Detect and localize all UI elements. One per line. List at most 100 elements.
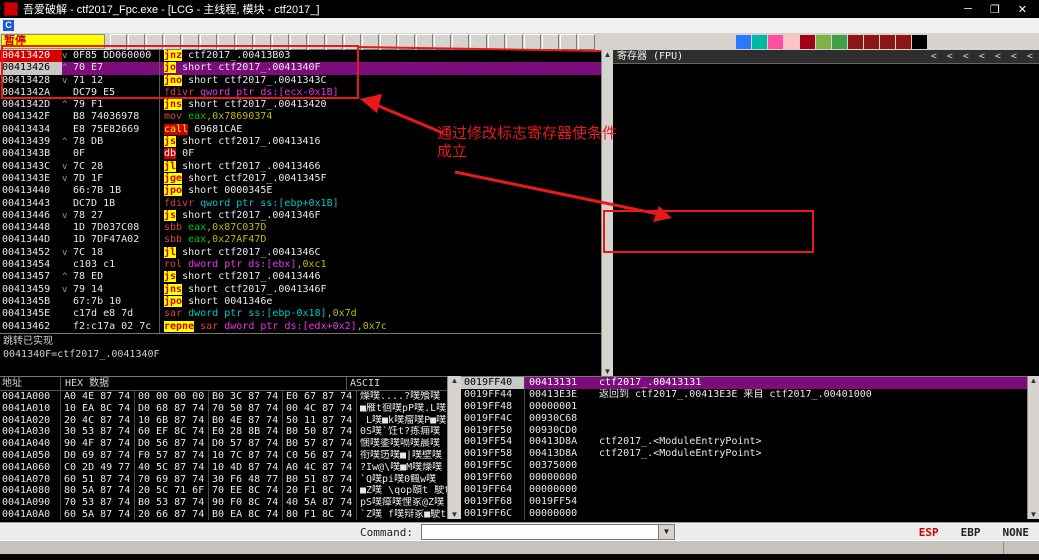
register-row[interactable]: [613, 64, 1039, 76]
plugin-icon[interactable]: [768, 35, 783, 49]
register-row[interactable]: [613, 248, 1039, 260]
toolbar-button[interactable]: [542, 34, 559, 50]
register-row[interactable]: [613, 260, 1039, 272]
dump-row[interactable]: 0041A000 A0 4E 87 74 00 00 00 00 B0 3C 8…: [0, 391, 447, 403]
stack-row[interactable]: 0019FF64 00000000: [461, 484, 1027, 496]
toolbar-button[interactable]: [524, 34, 541, 50]
toolbar-button[interactable]: [182, 34, 199, 50]
stack-row[interactable]: 0019FF40 00413131 ctf2017_.00413131: [461, 377, 1027, 389]
register-row[interactable]: [613, 272, 1039, 284]
stack-row[interactable]: 0019FF58 00413D8A ctf2017_.<ModuleEntryP…: [461, 448, 1027, 460]
toolbar-button[interactable]: [290, 34, 307, 50]
disasm-row[interactable]: 00413462 f2:c17a 02 7c repne sar dword p…: [0, 321, 601, 333]
disasm-row[interactable]: 0041343E v 7D 1F jge short ctf2017_.0041…: [0, 173, 601, 185]
register-row[interactable]: [613, 124, 1039, 136]
stack-row[interactable]: 0019FF50 00930CD0: [461, 425, 1027, 437]
scroll-down-icon[interactable]: ▼: [604, 367, 612, 376]
register-row[interactable]: [613, 76, 1039, 88]
toolbar-button[interactable]: [578, 34, 595, 50]
scroll-down-icon[interactable]: ▼: [451, 510, 459, 519]
register-row[interactable]: [613, 148, 1039, 160]
register-row[interactable]: [613, 342, 1039, 354]
register-row[interactable]: [613, 236, 1039, 248]
disasm-row[interactable]: 00413448 1D 7D037C08 sbb eax,0x87C037D: [0, 222, 601, 234]
register-row[interactable]: [613, 112, 1039, 124]
register-row[interactable]: [613, 136, 1039, 148]
toolbar-button[interactable]: [200, 34, 217, 50]
minimize-button[interactable]: ─: [964, 3, 972, 16]
plugin-icon[interactable]: [896, 35, 911, 49]
disasm-row[interactable]: 0041342A DC79 E5 fdivr qword ptr ds:[ecx…: [0, 87, 601, 99]
register-row[interactable]: [613, 306, 1039, 318]
toolbar-button[interactable]: [398, 34, 415, 50]
dump-scrollbar[interactable]: ▲ ▼: [447, 376, 462, 519]
stack-scrollbar[interactable]: ▲ ▼: [1027, 376, 1039, 519]
stack-row[interactable]: 0019FF4C 00930C68: [461, 413, 1027, 425]
toolbar-button[interactable]: [560, 34, 577, 50]
toolbar-button[interactable]: [506, 34, 523, 50]
register-row[interactable]: [613, 212, 1039, 224]
disasm-row[interactable]: 0041345E c17d e8 7d sar dword ptr ss:[eb…: [0, 308, 601, 320]
disasm-row[interactable]: 0041345B 67:7b 10 jpo short 0041346e: [0, 296, 601, 308]
register-row[interactable]: [613, 289, 1039, 301]
disasm-row[interactable]: 00413454 c103 c1 rol dword ptr ds:[ebx],…: [0, 259, 601, 271]
register-row[interactable]: [613, 88, 1039, 100]
register-row[interactable]: [613, 224, 1039, 236]
plugin-icon[interactable]: [848, 35, 863, 49]
register-row[interactable]: [613, 354, 1039, 366]
plugin-icon[interactable]: [864, 35, 879, 49]
dump-row[interactable]: 0041A080 80 5A 87 74 20 5C 71 6F 70 EE 8…: [0, 485, 447, 497]
disasm-row[interactable]: 0041343B 0F db 0F: [0, 148, 601, 160]
stack-row[interactable]: 0019FF5C 00375000: [461, 460, 1027, 472]
stack-row[interactable]: 0019FF48 00000001: [461, 401, 1027, 413]
ebp-indicator[interactable]: EBP: [961, 526, 981, 539]
scroll-down-icon[interactable]: ▼: [1030, 510, 1038, 519]
plugin-icon[interactable]: [832, 35, 847, 49]
plugin-icon[interactable]: [784, 35, 799, 49]
stack-row[interactable]: 0019FF44 00413E3E 返回到 ctf2017_.00413E3E …: [461, 389, 1027, 401]
disasm-row[interactable]: 0041344D 1D 7DF47A02 sbb eax,0x27AF47D: [0, 234, 601, 246]
stack-row[interactable]: 0019FF60 00000000: [461, 472, 1027, 484]
toolbar-button[interactable]: [146, 34, 163, 50]
dump-row[interactable]: 0041A020 20 4C 87 74 10 6B 87 74 B0 4E 8…: [0, 415, 447, 427]
toolbar-button[interactable]: [110, 34, 127, 50]
disasm-row[interactable]: 00413439 ^ 78 DB js short ctf2017_.00413…: [0, 136, 601, 148]
scroll-up-icon[interactable]: ▲: [1030, 376, 1038, 385]
dump-row[interactable]: 0041A010 10 EA 8C 74 D0 68 87 74 70 50 8…: [0, 403, 447, 415]
register-row[interactable]: [613, 168, 1039, 180]
dump-row[interactable]: 0041A060 C0 2D 49 77 40 5C 87 74 10 4D 8…: [0, 462, 447, 474]
scroll-up-icon[interactable]: ▲: [451, 376, 459, 385]
restore-button[interactable]: ❐: [990, 3, 1000, 16]
toolbar-button[interactable]: [380, 34, 397, 50]
disasm-row[interactable]: 00413426 ^ 70 E7 jo short ctf2017_.00413…: [0, 62, 601, 74]
toolbar-button[interactable]: [272, 34, 289, 50]
register-row[interactable]: [613, 188, 1039, 200]
disasm-row[interactable]: 0041343C v 7C 28 jl short ctf2017_.00413…: [0, 161, 601, 173]
plugin-icon[interactable]: [736, 35, 751, 49]
disasm-row[interactable]: 00413457 ^ 78 ED js short ctf2017_.00413…: [0, 271, 601, 283]
collapse-marks[interactable]: < < < < < < <: [931, 50, 1035, 63]
toolbar-button[interactable]: [488, 34, 505, 50]
disasm-row[interactable]: 00413440 66:7B 1B jpo short 0000345E: [0, 185, 601, 197]
disasm-row[interactable]: 0041342D ^ 79 F1 jns short ctf2017_.0041…: [0, 99, 601, 111]
stack-row[interactable]: 0019FF6C 00000000: [461, 508, 1027, 520]
disasm-row[interactable]: 00413434 E8 75E82669 call 69681CAE: [0, 124, 601, 136]
combobox-dropdown-icon[interactable]: ▼: [658, 525, 674, 539]
plugin-icon[interactable]: [816, 35, 831, 49]
disasm-row[interactable]: 0041342F B8 74036978 mov eax,0x78690374: [0, 111, 601, 123]
toolbar-button[interactable]: [308, 34, 325, 50]
stack-row[interactable]: 0019FF68 0019FF54: [461, 496, 1027, 508]
disasm-row[interactable]: 00413420 v 0F85 DD060000 jnz ctf2017_.00…: [0, 50, 601, 62]
toolbar-button[interactable]: [344, 34, 361, 50]
toolbar-button[interactable]: [236, 34, 253, 50]
toolbar-button[interactable]: [416, 34, 433, 50]
plugin-icon[interactable]: [880, 35, 895, 49]
toolbar-button[interactable]: [470, 34, 487, 50]
toolbar-button[interactable]: [164, 34, 181, 50]
toolbar-button[interactable]: [128, 34, 145, 50]
esp-indicator[interactable]: ESP: [919, 526, 939, 539]
dump-row[interactable]: 0041A070 60 51 87 74 70 69 87 74 30 F6 4…: [0, 474, 447, 486]
register-row[interactable]: [613, 100, 1039, 112]
register-row[interactable]: [613, 160, 1039, 168]
toolbar-button[interactable]: [254, 34, 271, 50]
